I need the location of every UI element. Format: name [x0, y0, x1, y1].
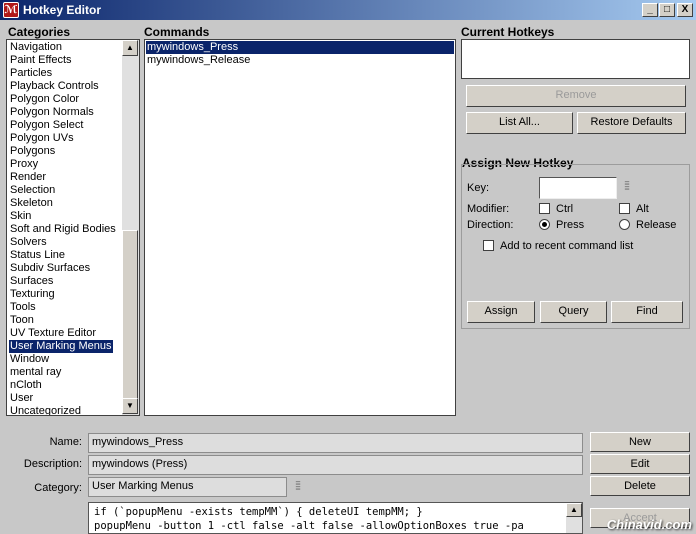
category-list-item[interactable]: Status Line [9, 249, 67, 262]
category-grip-icon[interactable]: ≡ ≡ [292, 479, 304, 495]
window-title: Hotkey Editor [23, 3, 102, 17]
category-list-item[interactable]: Tools [9, 301, 38, 314]
find-button[interactable]: Find [611, 301, 683, 323]
edit-button[interactable]: Edit [590, 454, 690, 474]
ctrl-label: Ctrl [556, 203, 574, 215]
category-list-item[interactable]: Navigation [9, 41, 64, 54]
categories-heading: Categories [8, 25, 71, 39]
command-script-editor[interactable]: if (`popupMenu -exists tempMM`) { delete… [88, 502, 583, 534]
commands-list[interactable]: mywindows_Press mywindows_Release [144, 39, 456, 416]
category-list-item[interactable]: Soft and Rigid Bodies [9, 223, 118, 236]
radio-selected-dot-icon [542, 222, 547, 227]
category-field[interactable]: User Marking Menus [88, 477, 287, 497]
category-list-item[interactable]: Skeleton [9, 197, 55, 210]
current-hotkeys-list[interactable] [461, 39, 690, 79]
categories-list[interactable]: Navigation Paint Effects Particles Playback… [6, 39, 140, 416]
ctrl-checkbox[interactable] [539, 203, 550, 214]
name-label: Name: [49, 436, 82, 448]
category-list-item[interactable]: Selection [9, 184, 57, 197]
category-label: Category: [34, 482, 82, 494]
category-list-item[interactable]: Polygon UVs [9, 132, 76, 145]
new-button[interactable]: New [590, 432, 690, 452]
command-list-item[interactable]: mywindows_Release [146, 54, 454, 67]
command-list-item[interactable]: mywindows_Press [146, 41, 454, 54]
script-line-1: if (`popupMenu -exists tempMM`) { delete… [94, 506, 423, 518]
category-list-item[interactable]: Render [9, 171, 48, 184]
category-list-item[interactable]: Uncategorized [9, 405, 83, 415]
description-field[interactable]: mywindows (Press) [88, 455, 583, 475]
release-radio[interactable] [619, 219, 630, 230]
category-list-item[interactable]: Polygon Normals [9, 106, 96, 119]
category-list-item[interactable]: Proxy [9, 158, 40, 171]
alt-checkbox[interactable] [619, 203, 630, 214]
recent-command-checkbox[interactable] [483, 240, 494, 251]
query-button[interactable]: Query [540, 301, 607, 323]
scroll-down-button[interactable]: ▼ [122, 398, 138, 414]
category-list-item[interactable]: Solvers [9, 236, 49, 249]
list-all-button[interactable]: List All... [466, 112, 573, 134]
close-button[interactable]: X [677, 3, 693, 17]
category-list-item[interactable]: Skin [9, 210, 33, 223]
restore-defaults-button[interactable]: Restore Defaults [577, 112, 686, 134]
category-list-item[interactable]: Particles [9, 67, 54, 80]
category-list-item[interactable]: Polygon Color [9, 93, 81, 106]
script-scroll-up-button[interactable]: ▲ [566, 503, 582, 517]
category-list-item[interactable]: mental ray [9, 366, 63, 379]
current-hotkeys-heading: Current Hotkeys [461, 25, 555, 39]
key-label: Key: [467, 182, 490, 194]
description-label: Description: [23, 458, 82, 470]
key-input[interactable] [539, 177, 617, 199]
category-list-item[interactable]: UV Texture Editor [9, 327, 98, 340]
press-radio[interactable] [539, 219, 550, 230]
category-list-item[interactable]: Subdiv Surfaces [9, 262, 92, 275]
script-scrollbar[interactable]: ▲ [566, 503, 582, 533]
modifier-label: Modifier: [467, 203, 510, 215]
category-list-item[interactable]: Toon [9, 314, 36, 327]
direction-label: Direction: [467, 219, 514, 231]
script-line-2: popupMenu -button 1 -ctl false -alt fals… [94, 520, 524, 532]
press-label: Press [556, 219, 585, 231]
commands-heading: Commands [144, 25, 210, 39]
category-list-item[interactable]: Window [9, 353, 51, 366]
title-bar[interactable]: ℳ Hotkey Editor _ □ X [0, 0, 696, 20]
app-icon: ℳ [3, 2, 19, 18]
category-list-item[interactable]: nCloth [9, 379, 44, 392]
category-list-item[interactable]: User [9, 392, 35, 405]
categories-scrollbar[interactable]: ▲ ▼ [122, 40, 139, 415]
maximize-button[interactable]: □ [659, 3, 675, 17]
alt-label: Alt [636, 203, 649, 215]
recent-command-label: Add to recent command list [500, 240, 634, 252]
release-label: Release [636, 219, 677, 231]
remove-button[interactable]: Remove [466, 85, 686, 107]
field-grip-icon[interactable]: ≡ ≡ [621, 179, 633, 195]
category-list-item[interactable]: User Marking Menus [9, 340, 114, 353]
category-list-item[interactable]: Polygons [9, 145, 57, 158]
scroll-up-button[interactable]: ▲ [122, 40, 138, 56]
category-list-item[interactable]: Playback Controls [9, 80, 101, 93]
category-list-item[interactable]: Polygon Select [9, 119, 85, 132]
name-field[interactable]: mywindows_Press [88, 433, 583, 453]
watermark-logo: Chinavid.com [606, 517, 692, 532]
minimize-button[interactable]: _ [642, 3, 658, 17]
category-list-item[interactable]: Paint Effects [9, 54, 74, 67]
delete-button[interactable]: Delete [590, 476, 690, 496]
category-list-item[interactable]: Texturing [9, 288, 57, 301]
scroll-thumb[interactable] [122, 230, 138, 400]
assign-button[interactable]: Assign [467, 301, 535, 323]
category-list-item[interactable]: Surfaces [9, 275, 55, 288]
